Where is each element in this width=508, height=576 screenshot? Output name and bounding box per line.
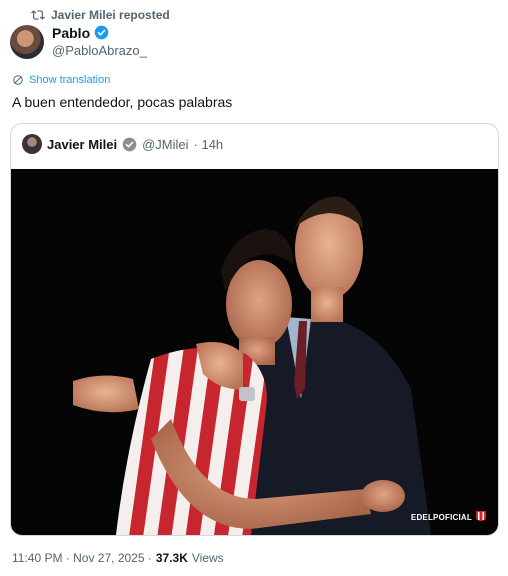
views-label: Views: [191, 551, 224, 565]
quoted-tweet-card[interactable]: Javier Milei @JMilei · 14h EDELPOFICIAL: [10, 123, 499, 536]
verified-badge-icon: [94, 25, 109, 40]
globe-icon: [13, 75, 23, 85]
author-block: Pablo @PabloAbrazo_: [52, 24, 147, 59]
repost-indicator[interactable]: Javier Milei reposted: [31, 7, 170, 23]
watermark: EDELPOFICIAL: [411, 511, 486, 523]
verified-badge-icon: [122, 137, 137, 151]
repost-label: Javier Milei reposted: [51, 8, 170, 22]
quoted-author-handle: @JMilei: [142, 136, 189, 152]
quoted-tweet-time: · 14h: [193, 136, 224, 152]
quoted-author-avatar: [22, 134, 42, 154]
author-name[interactable]: Pablo: [52, 25, 90, 41]
watermark-text: EDELPOFICIAL: [410, 512, 472, 522]
show-translation-label: Show translation: [29, 74, 111, 86]
quoted-tweet-image[interactable]: EDELPOFICIAL: [11, 169, 498, 535]
photo-illustration: [11, 169, 498, 535]
repost-icon: [31, 10, 45, 20]
tweet-text: A buen entendedor, pocas palabras: [12, 94, 233, 110]
author-avatar[interactable]: [10, 25, 44, 59]
tweet-timestamp[interactable]: 11:40 PM · Nov 27, 2025 ·: [12, 551, 152, 565]
quoted-tweet-header: Javier Milei @JMilei · 14h: [22, 134, 223, 154]
views-count: 37.3K: [155, 551, 188, 565]
club-badge-icon: [476, 511, 486, 521]
author-handle[interactable]: @PabloAbrazo_: [52, 43, 147, 58]
tweet-meta: 11:40 PM · Nov 27, 2025 · 37.3K Views: [12, 551, 224, 565]
show-translation-link[interactable]: Show translation: [12, 74, 110, 86]
quoted-author-name: Javier Milei: [47, 136, 118, 152]
